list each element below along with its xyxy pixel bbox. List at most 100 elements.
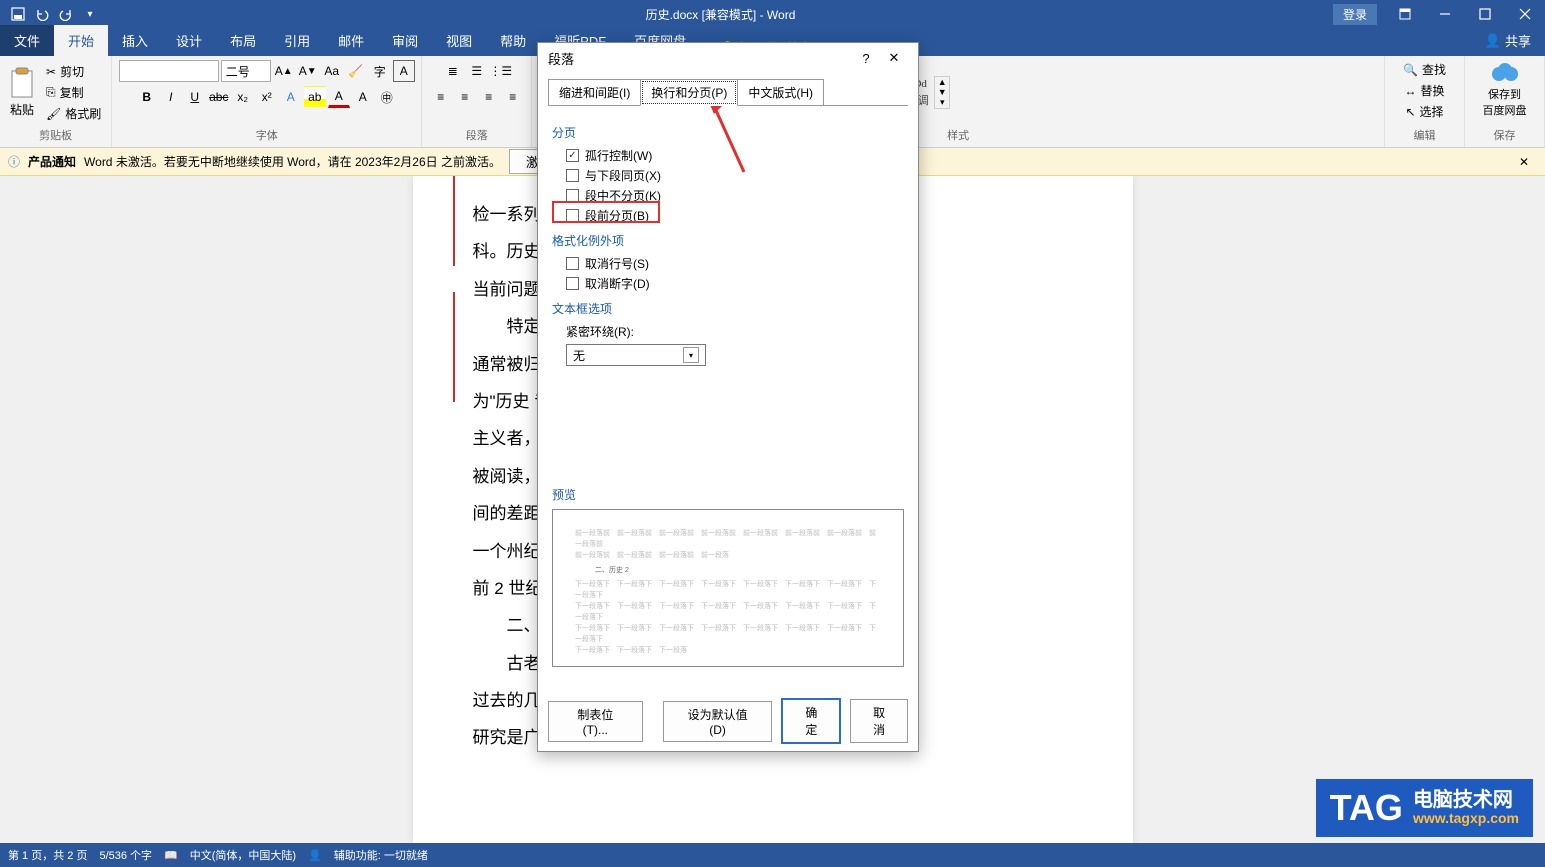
highlight-icon[interactable]: ab (304, 86, 326, 108)
maximize-icon[interactable] (1465, 0, 1505, 28)
tabs-button[interactable]: 制表位(T)... (548, 701, 643, 742)
search-icon: 🔍 (1403, 63, 1418, 77)
align-center-icon[interactable]: ≡ (454, 86, 476, 108)
checkbox-widow[interactable]: ✓孤行控制(W) (566, 147, 904, 164)
tab-references[interactable]: 引用 (270, 25, 324, 56)
chevron-down-icon[interactable]: ▼ (935, 87, 949, 97)
subscript-icon[interactable]: x₂ (232, 86, 254, 108)
save-icon[interactable] (8, 4, 28, 24)
undo-icon[interactable] (32, 4, 52, 24)
numbering-icon[interactable]: ☰ (466, 60, 488, 82)
tab-mailings[interactable]: 邮件 (324, 25, 378, 56)
format-painter-button[interactable]: 🖌格式刷 (42, 104, 105, 123)
dialog-close-icon[interactable]: ✕ (880, 44, 908, 72)
paste-button[interactable]: 粘贴 (6, 65, 38, 120)
tab-design[interactable]: 设计 (162, 25, 216, 56)
paragraph-dialog: 段落 ? ✕ 缩进和间距(I) 换行和分页(P) 中文版式(H) 分页 ✓孤行控… (537, 42, 919, 752)
group-editing: 🔍查找 ↔替换 ↖选择 编辑 (1385, 56, 1465, 147)
superscript-icon[interactable]: x² (256, 86, 278, 108)
copy-icon: ⎘ (46, 85, 56, 100)
char-border-icon[interactable]: A (393, 60, 415, 82)
save-cloud-button[interactable]: 保存到 百度网盘 (1483, 86, 1527, 118)
status-page[interactable]: 第 1 页，共 2 页 (8, 847, 87, 863)
notice-text: Word 未激活。若要无中断地继续使用 Word，请在 2023年2月26日 之… (84, 153, 501, 170)
status-acc-icon: 👤 (308, 849, 322, 862)
qat-more-icon[interactable]: ▾ (80, 4, 100, 24)
title-bar: ▾ 历史.docx [兼容模式] - Word 登录 (0, 0, 1545, 28)
bold-icon[interactable]: B (136, 86, 158, 108)
align-right-icon[interactable]: ≡ (478, 86, 500, 108)
font-size-select[interactable] (221, 60, 271, 82)
multilevel-icon[interactable]: ⋮☰ (490, 60, 512, 82)
checkbox-icon (566, 277, 579, 290)
dialog-buttons: 制表位(T)... 设为默认值(D) 确定 取消 (538, 691, 918, 751)
group-label: 剪贴板 (6, 125, 105, 143)
dialog-tab-page[interactable]: 换行和分页(P) (640, 79, 738, 106)
group-clipboard: 粘贴 ✂剪切 ⎘复制 🖌格式刷 剪贴板 (0, 56, 112, 147)
tab-view[interactable]: 视图 (432, 25, 486, 56)
text-effects-icon[interactable]: A (280, 86, 302, 108)
status-bar: 第 1 页，共 2 页 5/536 个字 📖 中文(简体，中国大陆) 👤 辅助功… (0, 843, 1545, 867)
dialog-tab-cjk[interactable]: 中文版式(H) (737, 79, 824, 106)
style-scroll[interactable]: ▲▼▾ (934, 76, 950, 109)
status-words[interactable]: 5/536 个字 (99, 847, 152, 863)
tab-home[interactable]: 开始 (54, 25, 108, 56)
grow-font-icon[interactable]: A▲ (273, 60, 295, 82)
checkbox-icon (566, 189, 579, 202)
close-notice-icon[interactable]: ✕ (1511, 155, 1537, 169)
phonetic-icon[interactable]: 字 (369, 60, 391, 82)
checkbox-page-break-before[interactable]: 段前分页(B) (566, 207, 904, 224)
shrink-font-icon[interactable]: A▼ (297, 60, 319, 82)
group-font: A▲ A▼ Aa 🧹 字 A B I U abc x₂ x² A ab A A … (112, 56, 422, 147)
align-justify-icon[interactable]: ≡ (502, 86, 524, 108)
checkbox-icon: ✓ (566, 149, 579, 162)
scissors-icon: ✂ (46, 65, 56, 79)
redo-icon[interactable] (56, 4, 76, 24)
status-lang[interactable]: 中文(简体，中国大陆) (190, 847, 296, 863)
status-accessibility[interactable]: 辅助功能: 一切就绪 (334, 847, 428, 863)
dialog-help-icon[interactable]: ? (852, 44, 880, 72)
change-bar (453, 176, 455, 266)
tab-help[interactable]: 帮助 (486, 25, 540, 56)
checkbox-suppress-line[interactable]: 取消行号(S) (566, 255, 904, 272)
tab-insert[interactable]: 插入 (108, 25, 162, 56)
share-button[interactable]: 👤共享 (1471, 25, 1545, 56)
login-button[interactable]: 登录 (1333, 4, 1377, 25)
select-button[interactable]: ↖选择 (1401, 102, 1447, 121)
checkbox-icon (566, 209, 579, 222)
default-button[interactable]: 设为默认值(D) (663, 701, 773, 742)
checkbox-no-hyphen[interactable]: 取消断字(D) (566, 275, 904, 292)
underline-icon[interactable]: U (184, 86, 206, 108)
italic-icon[interactable]: I (160, 86, 182, 108)
dialog-tab-indent[interactable]: 缩进和间距(I) (548, 79, 641, 106)
find-button[interactable]: 🔍查找 (1399, 60, 1450, 79)
char-shading-icon[interactable]: A (352, 86, 374, 108)
wrap-select[interactable]: 无▾ (566, 344, 706, 366)
minimize-icon[interactable] (1425, 0, 1465, 28)
bullets-icon[interactable]: ≣ (442, 60, 464, 82)
enclose-char-icon[interactable]: ㊥ (376, 86, 398, 108)
replace-button[interactable]: ↔替换 (1400, 81, 1448, 100)
ok-button[interactable]: 确定 (782, 699, 840, 743)
dialog-tabs: 缩进和间距(I) 换行和分页(P) 中文版式(H) (538, 73, 918, 106)
checkbox-keep-next[interactable]: 与下段同页(X) (566, 167, 904, 184)
notice-tag: 产品通知 (28, 153, 76, 170)
checkbox-keep-lines[interactable]: 段中不分页(K) (566, 187, 904, 204)
cut-button[interactable]: ✂剪切 (42, 62, 105, 81)
font-color-icon[interactable]: A (328, 86, 350, 108)
tab-layout[interactable]: 布局 (216, 25, 270, 56)
copy-button[interactable]: ⎘复制 (42, 83, 105, 102)
close-window-icon[interactable] (1505, 0, 1545, 28)
align-left-icon[interactable]: ≡ (430, 86, 452, 108)
tab-review[interactable]: 审阅 (378, 25, 432, 56)
status-spell-icon[interactable]: 📖 (164, 849, 178, 862)
font-family-select[interactable] (119, 60, 219, 82)
tab-file[interactable]: 文件 (0, 25, 54, 56)
ribbon-options-icon[interactable] (1385, 0, 1425, 28)
strike-icon[interactable]: abc (208, 86, 230, 108)
change-case-icon[interactable]: Aa (321, 60, 343, 82)
clear-format-icon[interactable]: 🧹 (345, 60, 367, 82)
expand-icon[interactable]: ▾ (935, 97, 949, 108)
chevron-up-icon[interactable]: ▲ (935, 77, 949, 87)
cancel-button[interactable]: 取消 (850, 699, 908, 743)
